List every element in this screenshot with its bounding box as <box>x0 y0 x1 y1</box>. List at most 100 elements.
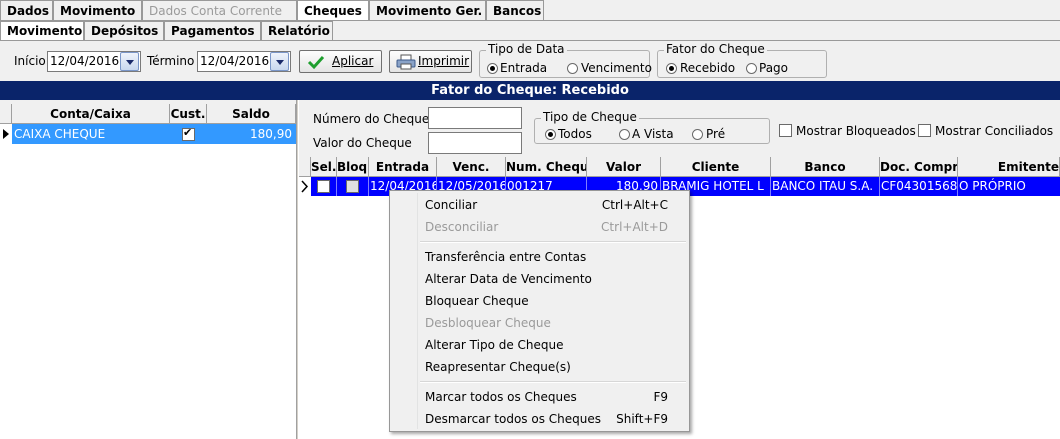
subtab-movimento[interactable]: Movimento <box>0 21 84 40</box>
subtab-depositos[interactable]: Depósitos <box>84 21 164 40</box>
mostrar-conciliados-label: Mostrar Conciliados <box>935 124 1054 138</box>
menu-item-shortcut: Shift+F9 <box>616 412 668 426</box>
menu-item-label: Reapresentar Cheque(s) <box>425 360 571 374</box>
left-grid-body <box>0 124 296 439</box>
col-banco[interactable]: Banco <box>771 157 880 177</box>
right-row-indicator <box>299 177 311 196</box>
bloq-checkbox[interactable] <box>346 180 359 193</box>
col-entrada[interactable]: Entrada <box>369 157 437 177</box>
cell-emitente: O PRÓPRIO <box>959 179 1026 193</box>
radio-recebido[interactable] <box>666 63 677 74</box>
radio-pago-label: Pago <box>759 61 789 75</box>
tipo-cheque-title: Tipo de Cheque <box>541 110 639 124</box>
menu-item-shortcut: Ctrl+Alt+C <box>601 198 668 212</box>
tab-movimento[interactable]: Movimento <box>53 0 142 20</box>
subtab-divider <box>0 40 1060 41</box>
sel-checkbox[interactable] <box>317 178 330 193</box>
col-venc[interactable]: Venc. <box>437 157 506 177</box>
row-pointer-icon <box>301 180 309 193</box>
col-saldo[interactable]: Saldo <box>207 104 296 124</box>
menu-item-marcar-todos[interactable]: Marcar todos os Cheques F9 <box>391 386 688 408</box>
tab-label: Relatório <box>268 24 330 38</box>
tab-cheques[interactable]: Cheques <box>297 0 369 20</box>
col-doc-compra[interactable]: Doc. Compra <box>880 157 958 177</box>
row-indicator <box>0 124 12 144</box>
radio-todos[interactable] <box>545 129 556 140</box>
imprimir-button[interactable]: Imprimir <box>389 50 472 73</box>
col-conta-caixa[interactable]: Conta/Caixa <box>12 104 170 124</box>
termino-label: Término <box>147 54 195 68</box>
col-sel[interactable]: Sel. <box>311 157 337 177</box>
menu-item-bloquear[interactable]: Bloquear Cheque <box>391 290 688 312</box>
tab-label: Pagamentos <box>171 24 255 38</box>
menu-item-reapresentar[interactable]: Reapresentar Cheque(s) <box>391 356 688 378</box>
radio-recebido-label: Recebido <box>680 61 736 75</box>
tab-dados[interactable]: Dados <box>0 0 53 20</box>
menu-item-label: Desbloquear Cheque <box>425 316 551 330</box>
cust-checkbox[interactable] <box>182 126 195 141</box>
cell-saldo: 180,90 <box>250 127 292 141</box>
row-pointer-icon <box>3 129 9 139</box>
menu-item-transferencia[interactable]: Transferência entre Contas <box>391 246 688 268</box>
radio-vencimento[interactable] <box>567 63 578 74</box>
menu-item-label: Conciliar <box>425 198 478 212</box>
radio-entrada[interactable] <box>487 63 498 74</box>
radio-a-vista[interactable] <box>619 129 630 140</box>
menu-item-desconciliar[interactable]: Desconciliar Ctrl+Alt+D <box>391 216 688 238</box>
cell-banco: BANCO ITAU S.A. <box>771 177 880 196</box>
menu-separator <box>420 381 686 383</box>
menu-item-label: Transferência entre Contas <box>425 250 587 264</box>
cell-conta: CAIXA CHEQUE <box>14 127 106 141</box>
tab-label: Dados <box>7 4 50 18</box>
tab-label: Movimento Ger. <box>376 4 483 18</box>
tab-label: Depósitos <box>91 24 159 38</box>
col-emitente[interactable]: Emitente <box>958 157 1060 177</box>
menu-item-label: Desconciliar <box>425 220 499 234</box>
subtab-pagamentos[interactable]: Pagamentos <box>164 21 261 40</box>
col-cust[interactable]: Cust. <box>170 104 207 124</box>
table-row[interactable]: CAIXA CHEQUE 180,90 <box>12 124 296 144</box>
check-icon <box>307 55 325 70</box>
menu-item-label: Marcar todos os Cheques <box>425 390 577 404</box>
subtab-relatorio[interactable]: Relatório <box>261 21 333 40</box>
radio-entrada-label: Entrada <box>500 61 548 75</box>
tab-dados-conta-corrente[interactable]: Dados Conta Corrente <box>142 0 297 20</box>
menu-item-label: Bloquear Cheque <box>425 294 529 308</box>
menu-item-label: Alterar Data de Vencimento <box>425 272 592 286</box>
mostrar-conciliados-checkbox[interactable] <box>918 124 931 137</box>
col-valor[interactable]: Valor <box>587 157 661 177</box>
inicio-dropdown-button[interactable] <box>120 52 139 71</box>
menu-item-conciliar[interactable]: Conciliar Ctrl+Alt+C <box>391 194 688 216</box>
radio-pre-label: Pré <box>706 127 726 141</box>
aplicar-label: Aplicar <box>332 54 374 68</box>
tab-label: Movimento <box>7 24 83 38</box>
numero-cheque-input[interactable] <box>428 107 522 129</box>
context-menu: Conciliar Ctrl+Alt+C Desconciliar Ctrl+Alt… <box>389 190 690 432</box>
col-num-cheque[interactable]: Num. Cheque <box>506 157 587 177</box>
menu-item-desbloquear[interactable]: Desbloquear Cheque <box>391 312 688 334</box>
radio-pago[interactable] <box>746 63 757 74</box>
cell-sel <box>311 177 337 196</box>
menu-item-alterar-vencimento[interactable]: Alterar Data de Vencimento <box>391 268 688 290</box>
aplicar-button[interactable]: Aplicar <box>299 50 382 73</box>
col-bloq[interactable]: Bloq. <box>337 157 369 177</box>
fator-cheque-title: Fator do Cheque <box>664 42 767 56</box>
menu-item-alterar-tipo[interactable]: Alterar Tipo de Cheque <box>391 334 688 356</box>
valor-cheque-input[interactable] <box>428 132 522 154</box>
menu-item-desmarcar-todos[interactable]: Desmarcar todos os Cheques Shift+F9 <box>391 408 688 430</box>
numero-cheque-label: Número do Cheque <box>313 112 430 126</box>
tab-bancos[interactable]: Bancos <box>486 0 544 20</box>
radio-pre[interactable] <box>692 129 703 140</box>
tab-label: Movimento <box>60 4 136 18</box>
printer-icon <box>396 54 416 70</box>
tab-movimento-ger[interactable]: Movimento Ger. <box>369 0 486 20</box>
termino-dropdown-button[interactable] <box>270 52 289 71</box>
mostrar-bloqueados-checkbox[interactable] <box>779 124 792 137</box>
tab-label: Bancos <box>493 4 542 18</box>
radio-a-vista-label: A Vista <box>632 127 674 141</box>
menu-item-shortcut: Ctrl+Alt+D <box>601 220 668 234</box>
col-cliente[interactable]: Cliente <box>661 157 771 177</box>
left-grid-indicator-header <box>0 104 12 124</box>
tab-label: Cheques <box>304 4 362 18</box>
termino-value: 12/04/2016 <box>200 54 270 68</box>
